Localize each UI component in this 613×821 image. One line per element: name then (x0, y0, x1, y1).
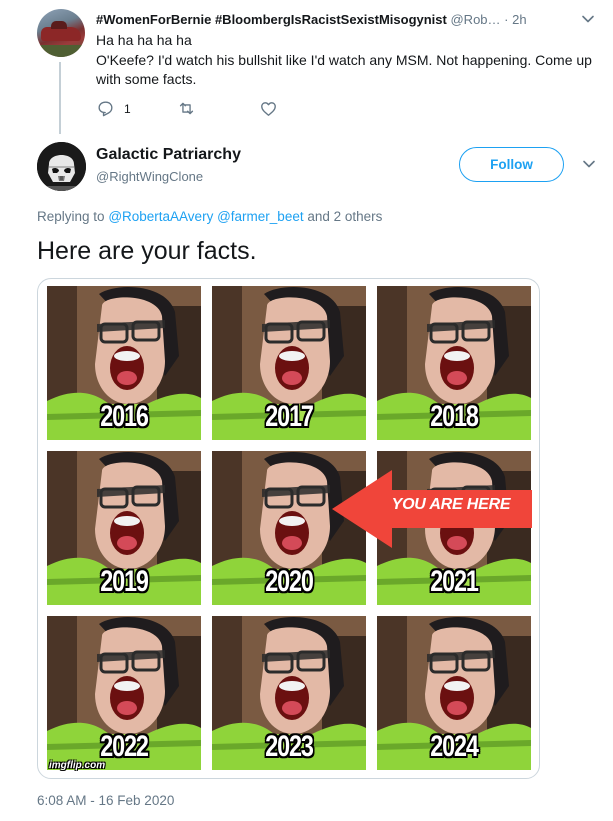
year-label: 2016 (100, 400, 149, 433)
meme-panel: 2023 (212, 616, 366, 770)
parent-text-line: Ha ha ha ha ha (96, 32, 192, 48)
mention-link[interactable]: @farmer_beet (217, 209, 304, 224)
meme-panel: 2024 (377, 616, 531, 770)
meme-panel: 2022 (47, 616, 201, 770)
parent-tweet-text: Ha ha ha ha ha O'Keefe? I'd watch his bu… (96, 31, 601, 90)
mention-link[interactable]: @RobertaAAvery (108, 209, 213, 224)
retweet-icon (179, 102, 194, 115)
stormtrooper-avatar-image (37, 142, 86, 191)
retweet-button[interactable] (177, 99, 259, 118)
replying-to-line: Replying to @RobertaAAvery @farmer_beet … (37, 209, 382, 224)
replying-prefix: Replying to (37, 209, 105, 224)
you-are-here-arrow: YOU ARE HERE (332, 470, 532, 548)
meme-panel: 2019 (47, 451, 201, 605)
year-label: 2017 (265, 400, 314, 433)
year-label: 2024 (430, 730, 479, 763)
header-separator: · (504, 12, 509, 27)
imgflip-watermark: imgflip.com (49, 760, 106, 771)
parent-tweet-header: #WomenForBernie #BloombergIsRacistSexist… (96, 11, 556, 28)
reply-button[interactable]: 1 (96, 99, 177, 118)
reply-count: 1 (124, 101, 131, 116)
reply-icon (98, 101, 113, 117)
year-label: 2023 (265, 730, 314, 763)
heart-icon (261, 102, 276, 116)
parent-time[interactable]: 2h (512, 12, 526, 27)
like-button[interactable] (259, 99, 287, 118)
main-avatar[interactable] (37, 142, 86, 191)
meme-panel: 2018 (377, 286, 531, 440)
parent-action-bar: 1 (96, 99, 287, 118)
parent-display-name[interactable]: #WomenForBernie #BloombergIsRacistSexist… (96, 12, 447, 27)
main-tweet-text: Here are your facts. (37, 237, 257, 265)
parent-text-line: O'Keefe? I'd watch his bullshit like I'd… (96, 51, 592, 68)
parent-handle[interactable]: @Rob… (450, 12, 500, 27)
meme-panel: 2016 (47, 286, 201, 440)
year-label: 2020 (265, 565, 314, 598)
follow-button[interactable]: Follow (459, 147, 564, 182)
meme-grid: 2016 2017 2018 2019 2020 2021 2022 2023 … (47, 286, 532, 775)
year-label: 2022 (100, 730, 149, 763)
parent-text-line: with some facts. (96, 71, 197, 87)
year-label: 2018 (430, 400, 479, 433)
main-display-name[interactable]: Galactic Patriarchy (96, 146, 241, 164)
year-label: 2021 (430, 565, 479, 598)
replying-others-link[interactable]: and 2 others (307, 209, 382, 224)
meme-panel: 2017 (212, 286, 366, 440)
thread-connector (59, 62, 61, 134)
arrow-label: YOU ARE HERE (391, 496, 511, 513)
chevron-down-icon[interactable] (582, 157, 596, 171)
parent-avatar[interactable] (37, 9, 85, 57)
chevron-down-icon[interactable] (581, 12, 595, 26)
main-handle[interactable]: @RightWingClone (96, 169, 203, 184)
tweet-timestamp[interactable]: 6:08 AM - 16 Feb 2020 (37, 793, 174, 808)
year-label: 2019 (100, 565, 149, 598)
meme-image[interactable]: 2016 2017 2018 2019 2020 2021 2022 2023 … (37, 278, 540, 779)
